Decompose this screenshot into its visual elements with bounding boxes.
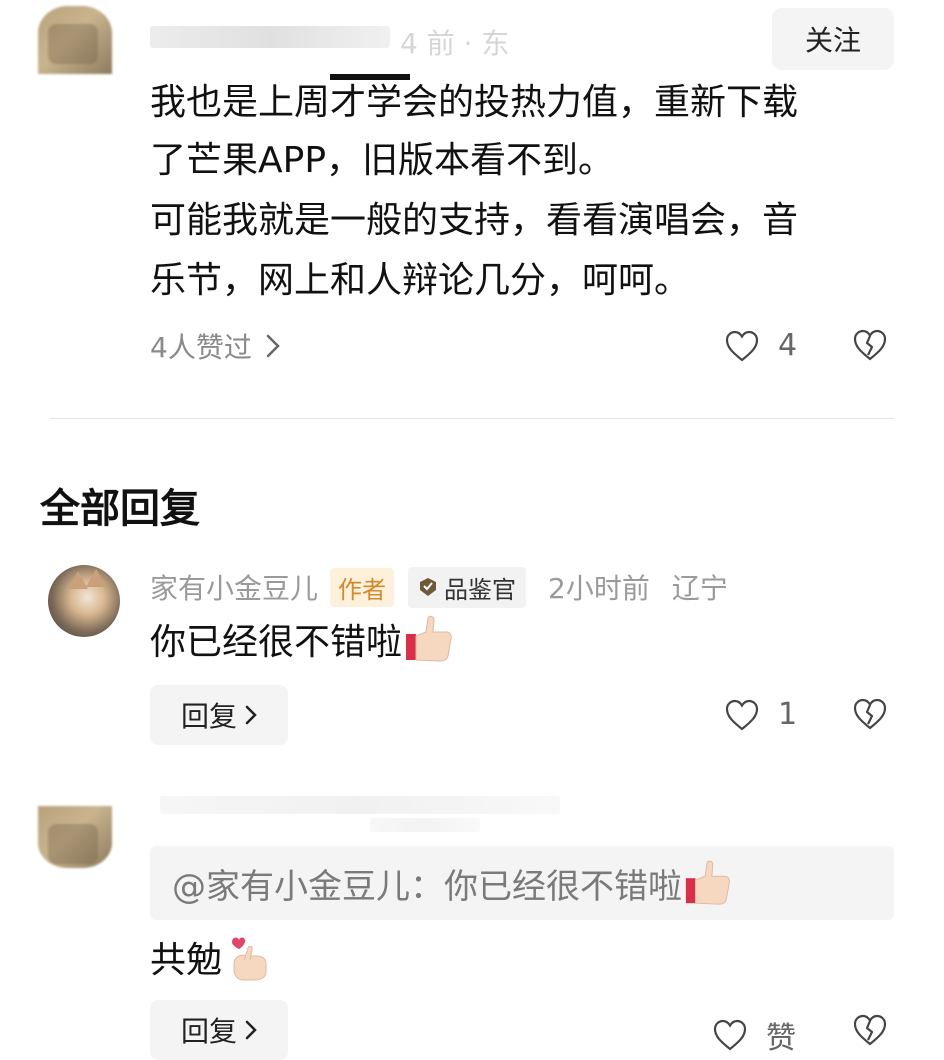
section-divider bbox=[50, 418, 894, 419]
likers-link[interactable]: 4人赞过 bbox=[150, 326, 280, 366]
thumbs-up-emoji-icon bbox=[406, 615, 452, 662]
like-button[interactable]: 赞 bbox=[712, 1013, 796, 1057]
redacted-username bbox=[150, 26, 390, 48]
heart-icon bbox=[713, 1019, 747, 1051]
reply-time: 2小时前 bbox=[548, 572, 650, 605]
dislike-broken-heart-icon[interactable] bbox=[852, 697, 888, 731]
all-replies-title: 全部回复 bbox=[40, 486, 200, 532]
author-badge: 作者 bbox=[330, 567, 395, 607]
redacted-username bbox=[160, 796, 560, 814]
comment-time-location: 4 前 · 东 bbox=[400, 27, 510, 60]
commenter-avatar[interactable] bbox=[38, 6, 112, 74]
finger-heart-emoji-icon bbox=[232, 937, 267, 981]
like-button[interactable]: 1 bbox=[724, 697, 797, 732]
reply-meta: 家有小金豆儿 作者 品鉴官 2小时前 辽宁 bbox=[150, 566, 728, 608]
like-count: 4 bbox=[778, 328, 798, 363]
thumbs-up-emoji-icon bbox=[685, 860, 730, 905]
chevron-right-icon bbox=[245, 705, 257, 725]
heart-icon bbox=[725, 699, 759, 730]
reply-text-row: 你已经很不错啦 bbox=[150, 612, 456, 666]
critic-badge-icon bbox=[420, 578, 437, 596]
critic-badge: 品鉴官 bbox=[408, 566, 527, 608]
like-button[interactable]: 4 bbox=[724, 328, 797, 363]
dislike-broken-heart-icon[interactable] bbox=[852, 328, 888, 362]
like-count: 1 bbox=[778, 697, 798, 732]
reply-location: 辽宁 bbox=[671, 572, 728, 605]
likers-label: 4人赞过 bbox=[150, 331, 252, 364]
comment-text-line: 我也是上周才学会的投热力值，重新下载 bbox=[150, 82, 799, 123]
reply-button-label: 回复 bbox=[180, 1015, 237, 1048]
reply-text: 共勉 bbox=[150, 940, 223, 981]
quoted-reply-text: @家有小金豆儿：你已经很不错啦 bbox=[172, 866, 682, 907]
comment-text-line: 乐节，网上和人辩论几分，呵呵。 bbox=[150, 260, 691, 301]
follow-button[interactable]: 关注 bbox=[772, 8, 894, 70]
redacted-meta bbox=[370, 818, 480, 832]
reply-button[interactable]: 回复 bbox=[150, 685, 288, 745]
reply-text: 你已经很不错啦 bbox=[150, 622, 403, 663]
like-label: 赞 bbox=[766, 1021, 796, 1056]
chevron-right-icon bbox=[266, 334, 280, 358]
reply-text-row: 共勉 bbox=[150, 930, 276, 984]
reply-button-label: 回复 bbox=[180, 700, 237, 733]
heart-icon bbox=[725, 330, 759, 361]
comment-text-line: 了芒果APP，旧版本看不到。 bbox=[150, 140, 615, 181]
reply-button[interactable]: 回复 bbox=[150, 1000, 288, 1060]
reply-avatar[interactable] bbox=[48, 565, 120, 637]
reply-avatar[interactable] bbox=[38, 806, 112, 868]
critic-badge-label: 品鉴官 bbox=[444, 575, 517, 604]
chevron-right-icon bbox=[245, 1020, 257, 1040]
quoted-reply: @家有小金豆儿：你已经很不错啦 bbox=[150, 846, 894, 920]
comment-text-line: 可能我就是一般的支持，看看演唱会，音 bbox=[150, 200, 799, 241]
reply-username[interactable]: 家有小金豆儿 bbox=[150, 567, 318, 607]
dislike-broken-heart-icon[interactable] bbox=[852, 1013, 888, 1047]
